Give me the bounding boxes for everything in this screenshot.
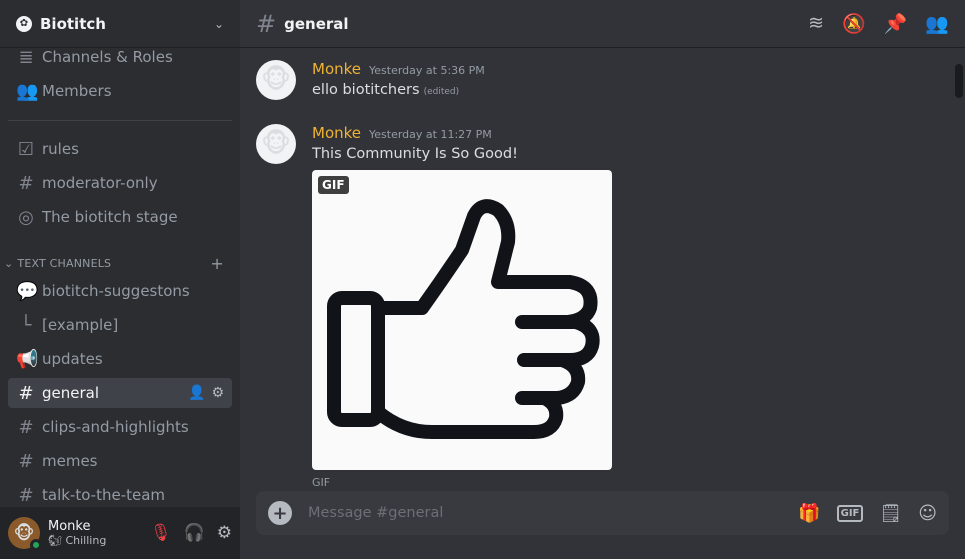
- gif-caption: GIF: [312, 476, 331, 489]
- add-channel-icon[interactable]: +: [210, 254, 224, 273]
- channel-label: updates: [42, 350, 103, 368]
- username: Monke: [48, 519, 91, 534]
- gift-icon[interactable]: 🎁: [798, 503, 820, 524]
- notification-bell-muted-icon[interactable]: 🔕: [842, 12, 866, 35]
- custom-status: 🐿 Chilling: [48, 534, 150, 547]
- chevron-down-icon: ⌄: [4, 256, 14, 270]
- gif-badge: GIF: [318, 176, 349, 194]
- headphones-icon[interactable]: 🎧: [184, 523, 205, 543]
- sidebar-item-channels-roles[interactable]: ≣ Channels & Roles: [8, 42, 232, 72]
- microphone-muted-icon[interactable]: 🎙: [150, 523, 172, 543]
- threads-icon[interactable]: ≋: [808, 12, 824, 35]
- hash-icon: #: [18, 450, 34, 472]
- edited-label: (edited): [423, 87, 460, 97]
- invite-icon[interactable]: 👤: [188, 385, 205, 401]
- scrollbar[interactable]: [955, 64, 963, 98]
- message-timestamp: Yesterday at 11:27 PM: [369, 128, 492, 141]
- server-icon: ✿: [16, 15, 32, 32]
- list-search-icon: ≣: [18, 46, 34, 68]
- avatar[interactable]: 🐵: [256, 124, 296, 164]
- channel-label: general: [42, 384, 100, 402]
- channel-rules[interactable]: ☑ rules: [8, 134, 232, 164]
- sidebar-divider: [8, 120, 232, 121]
- add-attachment-icon[interactable]: +: [268, 501, 292, 525]
- channel-label: memes: [42, 452, 98, 470]
- announcement-icon: 📢: [16, 348, 39, 370]
- thumbs-up-icon: [327, 199, 600, 439]
- hash-icon: #: [18, 484, 34, 506]
- channel-talk-to-the-team[interactable]: # talk-to-the-team: [8, 480, 232, 510]
- message-text: ello biotitchers: [312, 82, 420, 98]
- custom-status-text: Chilling: [65, 534, 107, 547]
- member-list-icon[interactable]: 👥: [925, 12, 949, 35]
- thread-branch-icon: └: [20, 314, 32, 336]
- server-header[interactable]: ✿ Biotitch ⌄: [0, 0, 240, 48]
- sticker-icon[interactable]: 🗒: [879, 503, 902, 524]
- channel-moderator-only[interactable]: # moderator-only: [8, 168, 232, 198]
- gear-icon[interactable]: ⚙: [211, 385, 224, 401]
- channel-label: biotitch-suggestons: [42, 282, 190, 300]
- channel-label: moderator-only: [42, 174, 158, 192]
- hash-icon: #: [18, 382, 34, 404]
- chevron-down-icon[interactable]: ⌄: [214, 17, 224, 31]
- channel-general[interactable]: # general 👤 ⚙: [8, 378, 232, 408]
- sidebar-item-members[interactable]: 👥 Members: [8, 76, 232, 106]
- pin-icon[interactable]: 📌: [884, 12, 908, 35]
- message-author[interactable]: Monke: [312, 60, 361, 78]
- sidebar-item-label: Channels & Roles: [42, 48, 173, 66]
- avatar[interactable]: 🐵: [256, 60, 296, 100]
- category-label: TEXT CHANNELS: [17, 256, 112, 270]
- rules-icon: ☑: [17, 138, 35, 160]
- hash-icon: #: [18, 416, 34, 438]
- channel-label: [example]: [42, 316, 119, 334]
- channel-updates[interactable]: 📢 updates: [8, 344, 232, 374]
- category-text-channels[interactable]: ⌄ TEXT CHANNELS +: [4, 254, 232, 273]
- channel-label: clips-and-highlights: [42, 418, 189, 436]
- avatar[interactable]: 🐵: [8, 517, 42, 551]
- channel-header: # general ≋ 🔕 📌 👥: [240, 0, 965, 48]
- channel-biotitch-suggestons[interactable]: 💬 biotitch-suggestons: [8, 276, 232, 306]
- channel-clips-and-highlights[interactable]: # clips-and-highlights: [8, 412, 232, 442]
- channel-sidebar: ✿ Biotitch ⌄ ≣ Channels & Roles 👥 Member…: [0, 0, 240, 559]
- members-icon: 👥: [16, 80, 39, 102]
- channel-label: rules: [42, 140, 79, 158]
- sidebar-item-label: Members: [42, 82, 112, 100]
- stage-icon: ◎: [18, 206, 34, 228]
- locked-hash-icon: #: [18, 172, 34, 194]
- channel-stage[interactable]: ◎ The biotitch stage: [8, 202, 232, 232]
- gear-icon[interactable]: ⚙: [217, 523, 232, 543]
- thread-example[interactable]: └ [example]: [8, 310, 232, 340]
- channel-title: general: [284, 14, 349, 33]
- message-list: 🐵 Monke Yesterday at 5:36 PM ello biotit…: [240, 48, 965, 491]
- server-name: Biotitch: [40, 14, 106, 33]
- gif-embed[interactable]: GIF: [312, 170, 612, 470]
- message-composer: + 🎁 GIF 🗒 ☺: [256, 491, 949, 535]
- message-author[interactable]: Monke: [312, 124, 361, 142]
- channel-label: talk-to-the-team: [42, 486, 166, 504]
- squirrel-icon: 🐿: [48, 534, 62, 547]
- gif-picker-button[interactable]: GIF: [836, 504, 864, 522]
- channel-memes[interactable]: # memes: [8, 446, 232, 476]
- channel-label: The biotitch stage: [42, 208, 178, 226]
- message-timestamp: Yesterday at 5:36 PM: [369, 64, 485, 77]
- hash-icon: #: [256, 9, 277, 38]
- message-content: ello biotitchers (edited): [312, 82, 932, 98]
- message-input[interactable]: [308, 505, 799, 521]
- emoji-icon[interactable]: ☺: [918, 503, 937, 524]
- forum-icon: 💬: [16, 280, 39, 302]
- message-text: This Community Is So Good!: [312, 146, 518, 162]
- user-panel: 🐵 Monke 🐿 Chilling 🎙 🎧 ⚙: [0, 507, 240, 559]
- online-status-icon: [30, 539, 42, 551]
